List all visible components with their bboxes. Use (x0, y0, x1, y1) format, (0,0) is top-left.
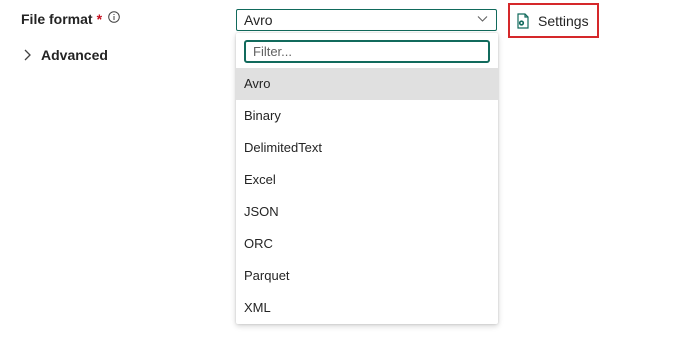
file-format-label-text: File format (21, 11, 93, 27)
option-orc[interactable]: ORC (236, 228, 498, 260)
option-avro[interactable]: Avro (236, 68, 498, 100)
settings-button-label: Settings (538, 12, 589, 29)
chevron-right-icon (24, 49, 31, 61)
option-excel[interactable]: Excel (236, 164, 498, 196)
file-format-panel: File format * Advanced Avro Settings Fil… (0, 0, 680, 351)
file-format-label: File format * (21, 11, 120, 27)
settings-file-icon (517, 12, 529, 29)
file-format-select[interactable]: Avro (236, 9, 497, 31)
option-binary[interactable]: Binary (236, 100, 498, 132)
option-parquet[interactable]: Parquet (236, 260, 498, 292)
file-format-select-value: Avro (244, 12, 273, 28)
option-delimitedtext[interactable]: DelimitedText (236, 132, 498, 164)
options-list: Avro Binary DelimitedText Excel JSON ORC… (236, 68, 498, 324)
option-json[interactable]: JSON (236, 196, 498, 228)
settings-button[interactable]: Settings (508, 3, 599, 38)
file-format-dropdown: Avro Binary DelimitedText Excel JSON ORC… (236, 33, 498, 324)
filter-input[interactable] (244, 40, 490, 63)
info-icon[interactable] (108, 10, 120, 23)
chevron-down-icon (477, 16, 488, 22)
advanced-toggle[interactable]: Advanced (22, 47, 108, 63)
advanced-label: Advanced (41, 47, 108, 63)
option-xml[interactable]: XML (236, 292, 498, 324)
required-mark: * (96, 11, 103, 27)
